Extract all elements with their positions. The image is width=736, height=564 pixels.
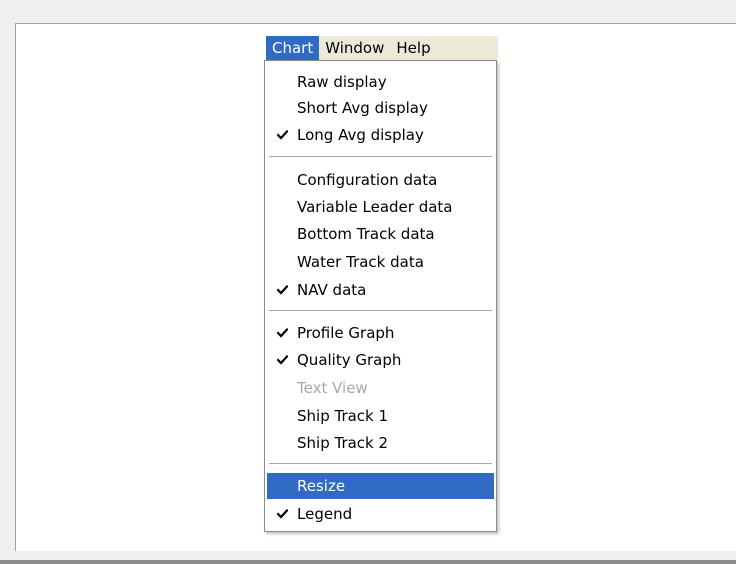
menu-item-label: Ship Track 2 <box>297 434 389 452</box>
menu-item-bottom-track-data[interactable]: Bottom Track data <box>267 221 494 247</box>
menu-item-legend[interactable]: Legend <box>267 501 494 527</box>
menu-item-check <box>275 69 289 95</box>
menu-item-label: Raw display <box>297 73 387 91</box>
checkmark-icon <box>275 347 289 373</box>
menu-item-profile-graph[interactable]: Profile Graph <box>267 320 494 346</box>
menu-item-label: Text View <box>297 379 368 397</box>
chart-dropdown-menu: Raw display Short Avg display Long Avg d… <box>264 60 497 532</box>
menu-item-check <box>275 194 289 220</box>
menu-item-label: Profile Graph <box>297 324 395 342</box>
menu-separator <box>269 310 492 312</box>
menu-item-raw-display[interactable]: Raw display <box>267 69 494 95</box>
menu-item-check <box>275 473 289 499</box>
menu-item-label: Long Avg display <box>297 126 424 144</box>
menu-item-text-view[interactable]: Text View <box>267 375 494 401</box>
menu-item-nav-data[interactable]: NAV data <box>267 277 494 303</box>
menu-item-configuration-data[interactable]: Configuration data <box>267 167 494 193</box>
menu-item-short-avg-display[interactable]: Short Avg display <box>267 95 494 121</box>
menu-item-variable-leader-data[interactable]: Variable Leader data <box>267 194 494 220</box>
menu-item-label: Short Avg display <box>297 99 428 117</box>
menu-item-check <box>275 375 289 401</box>
menu-item-ship-track-2[interactable]: Ship Track 2 <box>267 430 494 456</box>
menu-item-label: Quality Graph <box>297 351 402 369</box>
menu-window[interactable]: Window <box>319 36 390 60</box>
menu-separator <box>269 156 492 158</box>
menu-item-check <box>275 95 289 121</box>
window-bottom-edge <box>0 560 736 564</box>
menu-item-label: Legend <box>297 505 353 523</box>
checkmark-icon <box>275 320 289 346</box>
menu-item-ship-track-1[interactable]: Ship Track 1 <box>267 403 494 429</box>
menu-item-check <box>275 403 289 429</box>
menu-chart[interactable]: Chart <box>266 36 320 60</box>
menu-separator <box>269 463 492 465</box>
menu-item-check <box>275 167 289 193</box>
menu-item-label: Water Track data <box>297 253 424 271</box>
checkmark-icon <box>275 277 289 303</box>
menu-item-resize[interactable]: Resize <box>267 473 494 499</box>
menu-item-check <box>275 221 289 247</box>
checkmark-icon <box>275 501 289 527</box>
menu-item-quality-graph[interactable]: Quality Graph <box>267 347 494 373</box>
menu-item-label: Configuration data <box>297 171 438 189</box>
menu-bar: Chart Window Help <box>266 36 498 60</box>
menu-item-label: Bottom Track data <box>297 225 435 243</box>
menu-item-check <box>275 249 289 275</box>
menu-help[interactable]: Help <box>390 36 436 60</box>
menu-item-label: Variable Leader data <box>297 198 453 216</box>
screenshot-frame: Chart Window Help Raw display Short Avg … <box>0 0 736 564</box>
menu-item-label: Resize <box>297 477 346 495</box>
menu-item-long-avg-display[interactable]: Long Avg display <box>267 122 494 148</box>
menu-item-label: Ship Track 1 <box>297 407 389 425</box>
menu-item-label: NAV data <box>297 281 367 299</box>
checkmark-icon <box>275 122 289 148</box>
menu-item-check <box>275 430 289 456</box>
menu-item-water-track-data[interactable]: Water Track data <box>267 249 494 275</box>
